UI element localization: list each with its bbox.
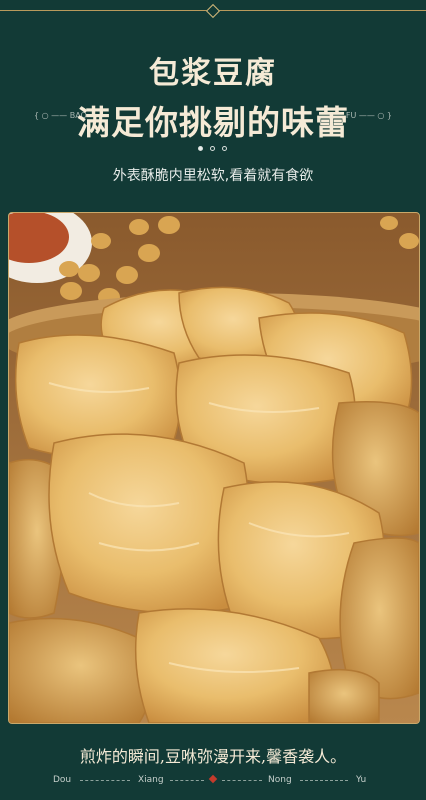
top-rule-diamond-icon xyxy=(205,3,221,19)
dot-icon xyxy=(210,146,215,151)
top-decorative-rule xyxy=(0,3,426,19)
tofu-photo xyxy=(8,212,420,724)
dashed-divider xyxy=(170,780,204,782)
dots-ornament xyxy=(198,146,228,152)
roman-word: Nong xyxy=(268,775,292,785)
roman-word: Yu xyxy=(356,775,367,785)
dashed-divider xyxy=(300,780,348,782)
dot-icon xyxy=(198,146,203,151)
product-title: 包浆豆腐 xyxy=(149,56,277,91)
center-diamond-icon xyxy=(208,774,218,784)
headline: 满足你挑剔的味蕾 xyxy=(77,103,349,142)
dashed-divider xyxy=(222,780,262,782)
footer-caption: 煎炸的瞬间,豆咻弥漫开来,馨香袭人。 xyxy=(79,747,347,766)
dashed-divider xyxy=(80,780,130,782)
tofu-photo-illustration xyxy=(9,213,419,723)
subtitle: 外表酥脆内里松软,看着就有食欲 xyxy=(112,168,314,184)
roman-word: Xiang xyxy=(138,775,164,785)
dot-icon xyxy=(222,146,227,151)
roman-word: Dou xyxy=(53,775,72,785)
